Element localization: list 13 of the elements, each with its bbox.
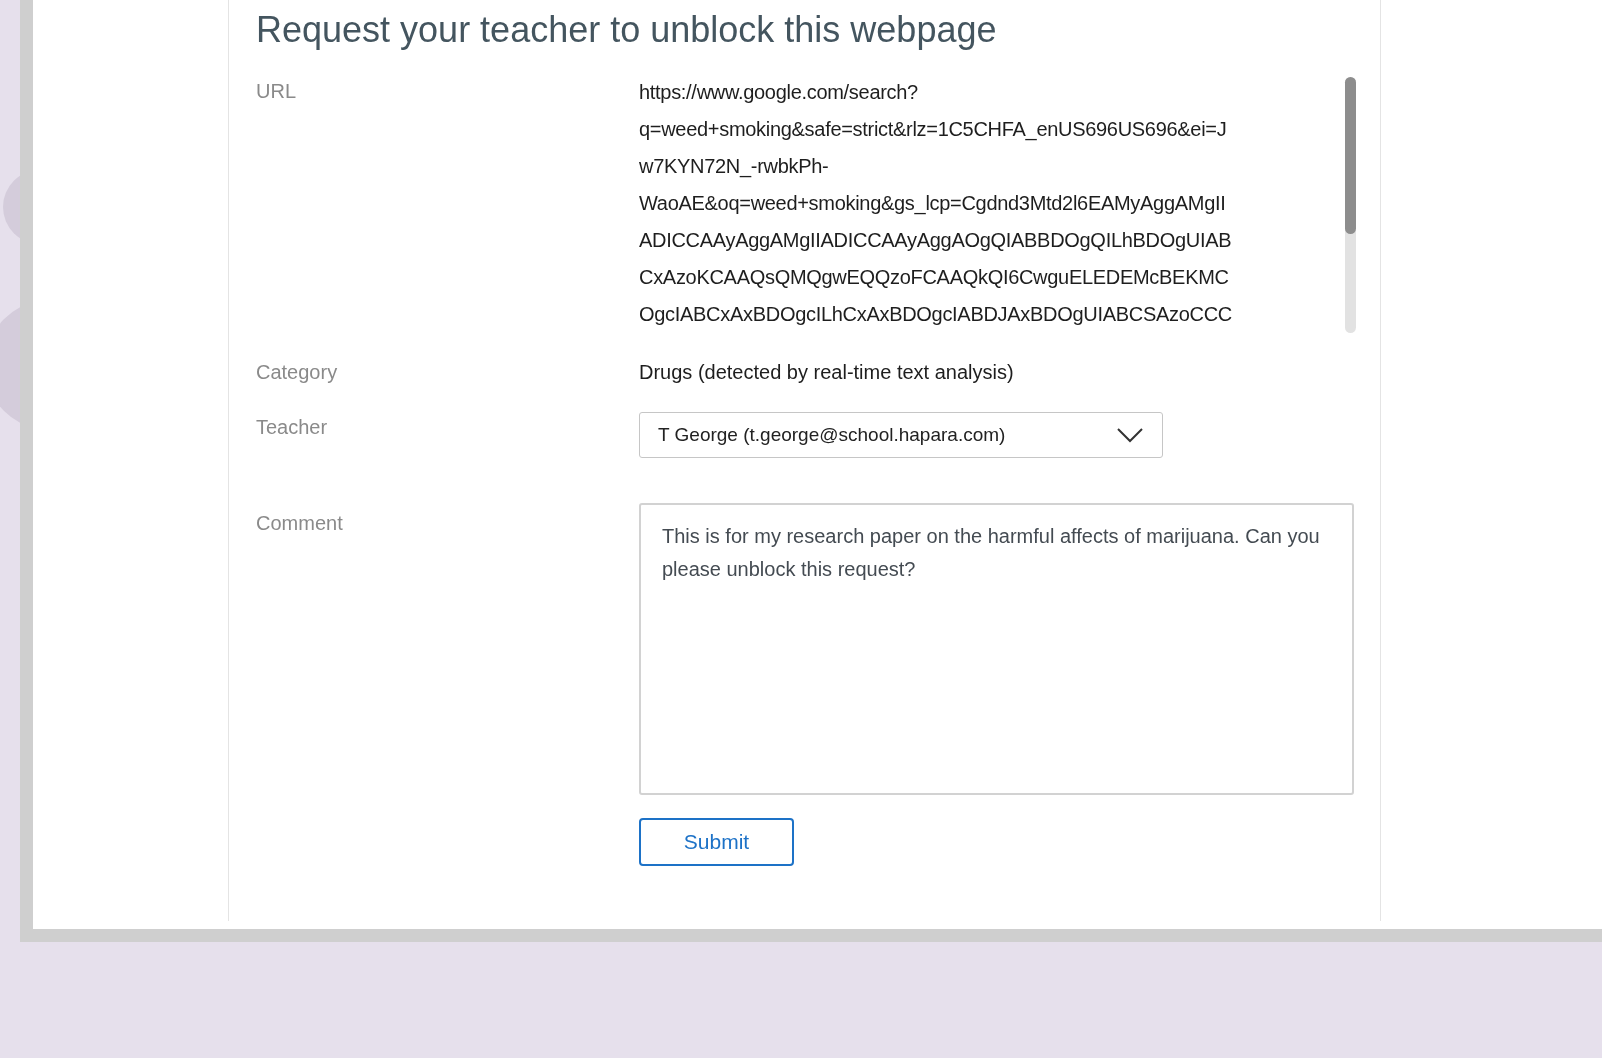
submit-button[interactable]: Submit [639,818,794,866]
comment-field[interactable]: This is for my research paper on the harmful affects of marijuana. Can you please unblock this request? [639,503,1354,795]
category-value: Drugs (detected by real-time text analysis) [639,360,1014,385]
scrollbar-thumb[interactable] [1345,77,1356,234]
field-label: Category [256,360,339,385]
url-text: https://www.google.com/search? q=weed+smoking&safe=strict&rlz=1C5CHFA_enUS696US696&ei=J w7KYN72N_-rwbkPh- WaoAE&oq=weed+smoking&gs_lcp=Cgdnd3Mtd2l6EAMyAggAMgII ADICCAAyAggAMgIIADICCAAyAggAOgQIABBDOgQILhBDOgUIAB CxAzoKCAAQsQMQgwEQQzoFCAAQkQI6CwguELEDEMcBEKMC OgcIABCxAxBDOgcILhCxAxBDOgcIABDJAxBDOgUIABCSAzoCCC [639,80,1233,327]
chevron-down-icon [1116,427,1144,443]
field-label: URL [256,79,297,103]
field-label: Comment [256,511,344,536]
scrollbar[interactable] [1345,77,1356,333]
page-title: Request your teacher to unblock this webpage [256,8,998,52]
field-label: Teacher [256,415,329,440]
teacher-dropdown[interactable]: T George (t.george@school.hapara.com) [639,412,1163,458]
